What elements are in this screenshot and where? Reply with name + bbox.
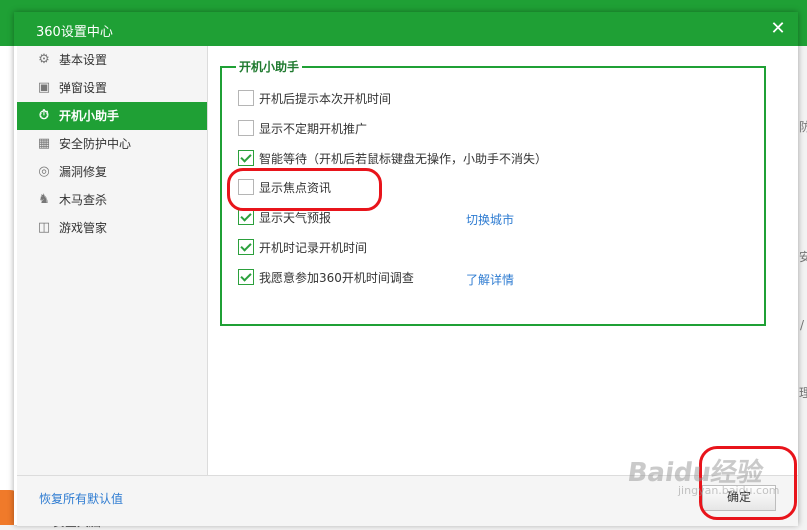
patch-icon: ◎ — [38, 164, 50, 179]
boot-assistant-group: 开机小助手 开机后提示本次开机时间 显示不定期开机推广 智能等待（开机后若鼠标键… — [220, 58, 766, 326]
dialog-title: 360设置中心 — [36, 25, 113, 40]
group-title: 开机小助手 — [236, 58, 303, 75]
sidebar-item-trojan-scan[interactable]: ♞ 木马查杀 — [17, 186, 207, 214]
sidebar-item-game-manager[interactable]: ◫ 游戏管家 — [17, 214, 207, 242]
background-text: 的 — [0, 64, 13, 78]
checkbox[interactable] — [238, 269, 254, 285]
settings-dialog: 360设置中心 ✕ ⚙ 基本设置 ▣ 弹窗设置 ⏱ 开机小助手 ▦ 安全防护中心… — [14, 12, 798, 526]
sidebar-item-label: 安全防护中心 — [59, 137, 132, 151]
sidebar-item-boot-assistant[interactable]: ⏱ 开机小助手 — [17, 102, 207, 130]
sidebar-item-label: 游戏管家 — [59, 221, 108, 235]
option-label: 开机后提示本次开机时间 — [259, 92, 392, 106]
sidebar-item-label: 弹窗设置 — [59, 81, 108, 95]
background-char: / — [800, 318, 805, 332]
watermark-url: jingyan.baidu.com — [678, 484, 780, 497]
option-label: 开机时记录开机时间 — [259, 241, 368, 255]
popup-window-icon: ▣ — [37, 80, 51, 95]
option-label: 显示天气预报 — [259, 211, 332, 225]
horse-icon: ♞ — [38, 192, 50, 207]
sidebar: ⚙ 基本设置 ▣ 弹窗设置 ⏱ 开机小助手 ▦ 安全防护中心 ◎ 漏洞修复 ♞ … — [17, 46, 208, 475]
sidebar-item-label: 漏洞修复 — [59, 165, 108, 179]
learn-more-link[interactable]: 了解详情 — [466, 271, 514, 288]
close-icon[interactable]: ✕ — [766, 17, 790, 41]
checkbox[interactable] — [238, 150, 254, 166]
checkbox[interactable] — [238, 239, 254, 255]
background-char: 防 — [799, 120, 807, 134]
sidebar-item-label: 木马查杀 — [59, 193, 108, 207]
settings-content: 开机小助手 开机后提示本次开机时间 显示不定期开机推广 智能等待（开机后若鼠标键… — [208, 46, 798, 475]
checkbox[interactable] — [238, 209, 254, 225]
checkbox[interactable] — [238, 120, 254, 136]
option-label: 显示焦点资讯 — [259, 181, 332, 195]
sidebar-item-label: 开机小助手 — [59, 109, 120, 123]
switch-city-link[interactable]: 切换城市 — [466, 211, 514, 228]
background-app-strip — [0, 46, 14, 525]
gamepad-icon: ◫ — [37, 220, 51, 235]
sidebar-item-vulnerability-fix[interactable]: ◎ 漏洞修复 — [17, 158, 207, 186]
option-label: 智能等待（开机后若鼠标键盘无操作，小助手不消失） — [259, 152, 548, 166]
restore-defaults-link[interactable]: 恢复所有默认值 — [39, 490, 123, 507]
option-label: 我愿意参加360开机时间调查 — [259, 271, 414, 285]
sidebar-item-basic-settings[interactable]: ⚙ 基本设置 — [17, 46, 207, 74]
checkbox[interactable] — [238, 179, 254, 195]
stopwatch-icon: ⏱ — [38, 108, 50, 123]
sidebar-item-popup-settings[interactable]: ▣ 弹窗设置 — [17, 74, 207, 102]
dialog-titlebar: 360设置中心 ✕ — [14, 12, 798, 46]
shield-grid-icon: ▦ — [37, 136, 51, 151]
sidebar-item-label: 基本设置 — [59, 53, 108, 67]
option-label: 显示不定期开机推广 — [259, 122, 368, 136]
background-char: 安 — [799, 250, 807, 264]
background-char: 理 — [799, 386, 807, 400]
sidebar-item-security-center[interactable]: ▦ 安全防护中心 — [17, 130, 207, 158]
checkbox[interactable] — [238, 90, 254, 106]
gear-icon: ⚙ — [38, 52, 50, 67]
